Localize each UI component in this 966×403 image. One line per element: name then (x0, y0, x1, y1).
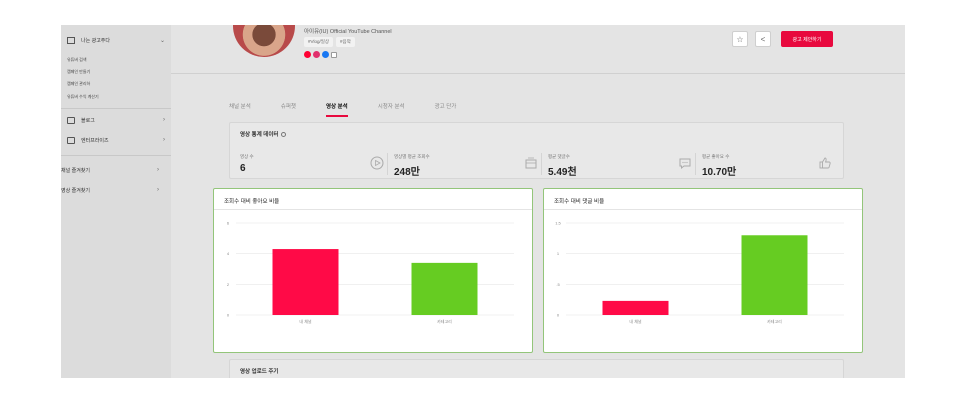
stats-title: 영상 통계 데이터 (240, 130, 287, 138)
bar-category[interactable] (411, 262, 478, 315)
chevron-right-icon: › (163, 117, 165, 123)
app-frame: 나는 광고주다 ⌄ 유튜버 검색 캠페인 만들기 캠페인 관리하 유튜버 수익 … (61, 25, 905, 378)
thumbs-up-icon (819, 157, 831, 169)
bar-my-channel[interactable] (272, 249, 339, 315)
sidebar-item-channel-favorites[interactable]: 채널 즐겨찾기 › (61, 165, 159, 175)
sidebar-item-revenue-calculator[interactable]: 유튜버 수익 계산기 (67, 94, 99, 100)
stat-avg-likes: 평균 좋아요 수 10.70만 (702, 154, 840, 178)
y-tick-label: 0 (557, 313, 560, 318)
like-ratio-card: 조회수 대비 좋아요 비율 0 2 4 6 내 채널 카테고리 (213, 188, 533, 353)
y-tick-label: 2 (227, 282, 230, 287)
y-tick-label: .5 (556, 282, 560, 287)
y-tick-label: 1 (557, 251, 560, 256)
y-tick-label: 1.5 (555, 221, 561, 226)
channel-avatar (233, 25, 295, 57)
comment-ratio-chart: 0 .5 1 1.5 내 채널 카테고리 (555, 221, 844, 324)
x-tick-label: 카테고리 (767, 318, 782, 324)
play-icon (370, 156, 384, 170)
chevron-right-icon: › (157, 167, 159, 173)
stat-video-count: 영상 수 6 (240, 154, 392, 176)
stat-separator (695, 153, 696, 175)
tab-superchat[interactable]: 슈퍼챗 (281, 102, 296, 117)
analysis-tabs: 채널 분석 슈퍼챗 영상 분석 시청자 분석 광고 단가 (229, 102, 486, 117)
social-links (304, 51, 337, 58)
y-tick-label: 0 (227, 313, 230, 318)
sidebar-item-label: 영상 즐겨찾기 (61, 187, 90, 194)
stat-separator (541, 153, 542, 175)
youtube-icon[interactable] (304, 51, 311, 58)
comment-ratio-card: 조회수 대비 댓글 비율 0 .5 1 1.5 내 채널 카테고리 (543, 188, 863, 353)
sidebar-item-blog[interactable]: 블로그 › (67, 115, 165, 125)
like-ratio-title: 조회수 대비 좋아요 비율 (224, 199, 280, 205)
tab-ad-price[interactable]: 광고 단가 (435, 102, 457, 117)
bar-my-channel[interactable] (602, 300, 669, 315)
y-tick-label: 4 (227, 251, 230, 256)
sidebar-item-manage-campaign[interactable]: 캠페인 관리하 (67, 81, 90, 87)
sidebar-item-label: 블로그 (81, 117, 95, 124)
tab-audience-analysis[interactable]: 시청자 분석 (378, 102, 405, 117)
comment-ratio-title: 조회수 대비 댓글 비율 (554, 199, 605, 205)
upload-cycle-card: 영상 업로드 주기 (229, 359, 844, 378)
chevron-right-icon: › (163, 137, 165, 143)
bar-category[interactable] (741, 235, 808, 315)
x-tick-label: 카테고리 (437, 318, 452, 324)
chevron-down-icon: ⌄ (159, 37, 165, 44)
sidebar-head-label: 나는 광고주다 (81, 37, 110, 44)
broken-image-icon[interactable] (331, 51, 337, 58)
card-divider (214, 209, 532, 210)
y-tick-label: 6 (227, 221, 230, 226)
header-divider (171, 73, 905, 74)
tab-channel-analysis[interactable]: 채널 분석 (229, 102, 251, 117)
sidebar-item-enterprise[interactable]: 엔터프라이즈 › (67, 135, 165, 145)
monitor-icon (67, 36, 75, 44)
blog-icon (67, 116, 75, 124)
sidebar-divider (61, 108, 171, 109)
channel-tag[interactable]: #Vlog/일상 (304, 37, 334, 47)
x-tick-label: 내 채널 (299, 318, 311, 324)
chevron-right-icon: › (157, 187, 159, 193)
instagram-icon[interactable] (313, 51, 320, 58)
sidebar-item-label: 채널 즐겨찾기 (61, 167, 90, 174)
share-icon: < (760, 34, 766, 44)
help-icon[interactable] (281, 132, 287, 138)
sidebar-item-video-favorites[interactable]: 영상 즐겨찾기 › (61, 185, 159, 195)
sidebar: 나는 광고주다 ⌄ 유튜버 검색 캠페인 만들기 캠페인 관리하 유튜버 수익 … (61, 25, 171, 378)
stat-avg-comments: 평균 댓글수 5.49천 (548, 154, 700, 178)
x-tick-label: 내 채널 (629, 318, 641, 324)
ad-proposal-button[interactable]: 광고 제안하기 (781, 31, 833, 47)
comment-icon (679, 158, 691, 170)
like-ratio-chart: 0 2 4 6 내 채널 카테고리 (227, 221, 514, 324)
favorite-button[interactable]: ☆ (732, 31, 748, 47)
channel-name: 아이유(IU) Official YouTube Channel (304, 29, 392, 35)
building-icon (67, 136, 75, 144)
stat-separator (387, 153, 388, 175)
sidebar-head-advertiser[interactable]: 나는 광고주다 ⌄ (67, 34, 165, 46)
facebook-icon[interactable] (322, 51, 329, 58)
stats-title-text: 영상 통계 데이터 (240, 132, 279, 138)
star-icon: ☆ (736, 34, 744, 44)
sidebar-item-youtuber-search[interactable]: 유튜버 검색 (67, 57, 87, 63)
upload-cycle-title: 영상 업로드 주기 (240, 369, 279, 375)
tab-video-analysis[interactable]: 영상 분석 (325, 102, 348, 117)
channel-tag[interactable]: #음악 (336, 37, 355, 47)
share-button[interactable]: < (755, 31, 771, 47)
channel-tags: #Vlog/일상 #음악 (304, 37, 355, 47)
sidebar-item-create-campaign[interactable]: 캠페인 만들기 (67, 69, 90, 75)
card-divider (544, 209, 862, 210)
video-stats-card: 영상 통계 데이터 영상 수 6 영상별 평균 조회수 248만 평균 댓글수 … (229, 122, 844, 179)
video-icon (525, 157, 537, 169)
sidebar-item-label: 엔터프라이즈 (81, 137, 109, 144)
stat-avg-views: 영상별 평균 조회수 248만 (394, 154, 546, 178)
sidebar-divider (61, 155, 171, 156)
